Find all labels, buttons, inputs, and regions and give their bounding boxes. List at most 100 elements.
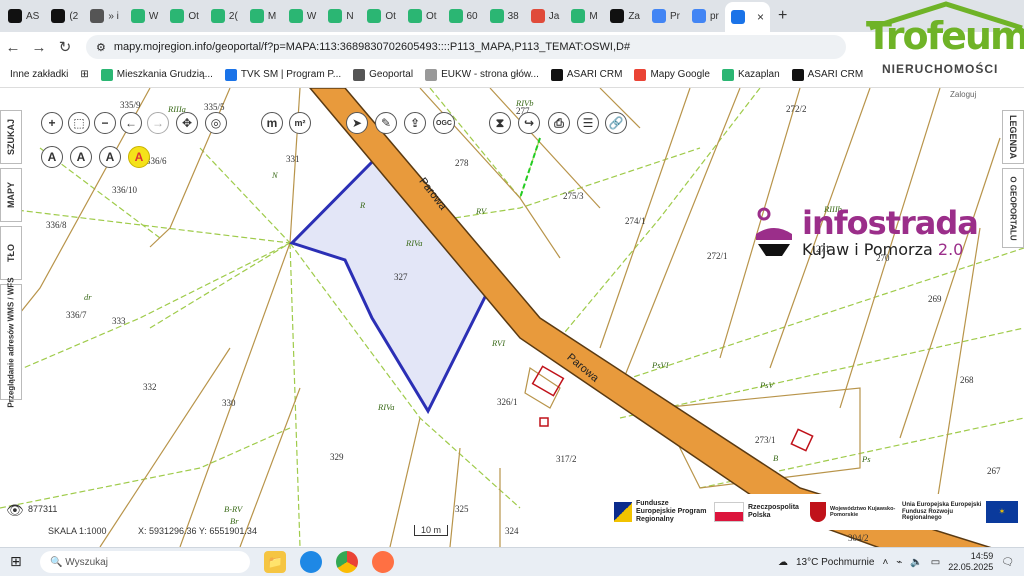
other-bookmarks[interactable]: Inne zakładki bbox=[10, 69, 68, 80]
file-explorer-icon[interactable]: 📁 bbox=[264, 551, 286, 573]
browser-tab[interactable]: Ot bbox=[402, 3, 443, 29]
login-link[interactable]: Zaloguj bbox=[950, 90, 976, 99]
weather-text[interactable]: 13°C Pochmurnie bbox=[796, 557, 874, 568]
land-class: dr bbox=[84, 292, 92, 302]
font-increase-button[interactable]: A bbox=[99, 146, 121, 168]
link-button[interactable]: 🔗 bbox=[605, 112, 627, 134]
bookmark-item[interactable]: Mieszkania Grudzią... bbox=[100, 68, 213, 81]
battery-icon[interactable]: ▭ bbox=[931, 557, 940, 568]
share-button[interactable]: ↪ bbox=[518, 112, 540, 134]
clock[interactable]: 14:59 22.05.2025 bbox=[948, 551, 993, 573]
notification-icon[interactable]: 🗨 bbox=[1001, 557, 1014, 568]
bookmark-item[interactable]: EUKW - strona głów... bbox=[425, 68, 539, 81]
tab-label: N bbox=[346, 10, 354, 22]
print-button[interactable]: ⎙ bbox=[548, 112, 570, 134]
tab-maps[interactable]: MAPY bbox=[0, 168, 22, 222]
taskbar-search[interactable]: 🔍 Wyszukaj bbox=[40, 551, 250, 573]
browser-tab[interactable]: (2 bbox=[45, 3, 84, 29]
browser-tab[interactable]: pr bbox=[686, 3, 725, 29]
next-view-button[interactable]: → bbox=[147, 112, 169, 134]
previous-view-button[interactable]: ← bbox=[120, 112, 142, 134]
select-button[interactable]: ➤ bbox=[346, 112, 368, 134]
plot-number: 267 bbox=[987, 466, 1001, 476]
browser-tab[interactable]: M bbox=[244, 3, 283, 29]
font-decrease-button[interactable]: A bbox=[41, 146, 63, 168]
export-button[interactable]: ⇪ bbox=[404, 112, 426, 134]
search-icon: 🔍 bbox=[50, 556, 66, 568]
start-icon[interactable]: ⊞ bbox=[10, 553, 22, 570]
tab-label: Za bbox=[628, 10, 640, 22]
chrome-icon[interactable] bbox=[336, 551, 358, 573]
browser-tab[interactable]: AS bbox=[2, 3, 45, 29]
apps-grid-icon[interactable]: ⊞ bbox=[80, 69, 88, 80]
browser-tab[interactable]: Za bbox=[604, 3, 646, 29]
new-tab-icon[interactable]: + bbox=[778, 7, 787, 25]
hourglass-icon[interactable]: ⧗ bbox=[489, 112, 511, 134]
browser-tab[interactable]: × bbox=[724, 2, 770, 32]
measure-area-button[interactable]: m² bbox=[289, 112, 311, 134]
edit-button[interactable]: ✎ bbox=[375, 112, 397, 134]
zoom-out-button[interactable]: − bbox=[94, 112, 116, 134]
bookmark-item[interactable]: Kazaplan bbox=[721, 68, 780, 81]
plot-number: 330 bbox=[222, 398, 236, 408]
close-icon[interactable]: × bbox=[757, 10, 764, 24]
tab-legend[interactable]: LEGENDA bbox=[1002, 110, 1024, 164]
edge-icon[interactable] bbox=[300, 551, 322, 573]
browser-tab[interactable]: 38 bbox=[484, 3, 525, 29]
tab-background[interactable]: TŁO bbox=[0, 226, 22, 280]
wkp-logo: Województwo Kujawsko-Pomorskie bbox=[810, 502, 896, 522]
app-icon[interactable] bbox=[372, 551, 394, 573]
plot-number: 317/2 bbox=[556, 454, 577, 464]
contrast-button[interactable]: A bbox=[128, 146, 150, 168]
back-icon[interactable]: ← bbox=[0, 39, 26, 56]
browser-tab[interactable]: M bbox=[565, 3, 604, 29]
rp-logo: Rzeczpospolita Polska bbox=[714, 502, 804, 522]
center-button[interactable]: ◎ bbox=[205, 112, 227, 134]
site-info-icon[interactable]: ⚙ bbox=[96, 41, 106, 54]
bookmark-favicon-icon bbox=[634, 68, 647, 81]
bookmark-item[interactable]: Mapy Google bbox=[634, 68, 710, 81]
search-placeholder: Wyszukaj bbox=[65, 556, 108, 568]
bookmark-item[interactable]: ASARI CRM bbox=[791, 68, 863, 81]
browser-tab[interactable]: Pr bbox=[646, 3, 686, 29]
plot-number: 332 bbox=[143, 382, 157, 392]
browser-tab[interactable]: W bbox=[125, 3, 164, 29]
browser-tab[interactable]: N bbox=[322, 3, 361, 29]
chevron-up-icon[interactable]: ˄ bbox=[882, 557, 888, 568]
tab-about[interactable]: O GEOPORTALU bbox=[1002, 168, 1024, 248]
measure-distance-button[interactable]: m bbox=[261, 112, 283, 134]
tab-favicon-icon bbox=[210, 9, 225, 23]
browser-tab[interactable]: W bbox=[283, 3, 322, 29]
address-bar[interactable]: ⚙ mapy.mojregion.info/geoportal/f?p=MAPA… bbox=[86, 35, 846, 59]
ogc-button[interactable]: OGC bbox=[433, 112, 455, 134]
zoom-in-button[interactable]: + bbox=[41, 112, 63, 134]
browser-tab[interactable]: 60 bbox=[443, 3, 484, 29]
browser-tab[interactable]: Ot bbox=[164, 3, 205, 29]
browser-tab[interactable]: » i bbox=[84, 3, 125, 29]
weather-icon: ☁ bbox=[777, 556, 788, 568]
network-icon[interactable]: ⌁ bbox=[896, 557, 902, 568]
browser-tab[interactable]: 2( bbox=[205, 3, 244, 29]
tab-search[interactable]: SZUKAJ bbox=[0, 110, 22, 164]
trofeum-logo: Trofeum NIERUCHOMOŚCI bbox=[866, 0, 1024, 82]
selected-parcel[interactable] bbox=[289, 155, 489, 415]
bookmark-item[interactable]: ASARI CRM bbox=[550, 68, 622, 81]
tab-address-browsing[interactable]: Przeglądanie adresów WMS / WFS bbox=[0, 277, 22, 407]
pan-button[interactable]: ✥ bbox=[176, 112, 198, 134]
list-button[interactable]: ☰ bbox=[577, 112, 599, 134]
eye-icon[interactable]: 👁 bbox=[6, 502, 24, 519]
font-default-button[interactable]: A bbox=[70, 146, 92, 168]
zoom-box-button[interactable]: ⬚ bbox=[68, 112, 90, 134]
browser-tab[interactable]: Ot bbox=[361, 3, 402, 29]
tab-favicon-icon bbox=[730, 10, 745, 24]
plot-number: 326/1 bbox=[497, 397, 518, 407]
tab-favicon-icon bbox=[571, 9, 586, 23]
reload-icon[interactable]: ↻ bbox=[52, 38, 78, 56]
bookmark-item[interactable]: TVK SM | Program P... bbox=[224, 68, 341, 81]
forward-icon[interactable]: → bbox=[26, 39, 52, 56]
browser-tab[interactable]: Ja bbox=[525, 3, 566, 29]
map-canvas[interactable]: 335/9 335/5 331 278 277 272/2 275/3 274/… bbox=[0, 88, 1024, 547]
eu-funding-bar: Fundusze Europejskie Program Regionalny … bbox=[610, 494, 1020, 530]
bookmark-item[interactable]: Geoportal bbox=[353, 68, 413, 81]
volume-icon[interactable]: 🔈 bbox=[910, 557, 922, 568]
